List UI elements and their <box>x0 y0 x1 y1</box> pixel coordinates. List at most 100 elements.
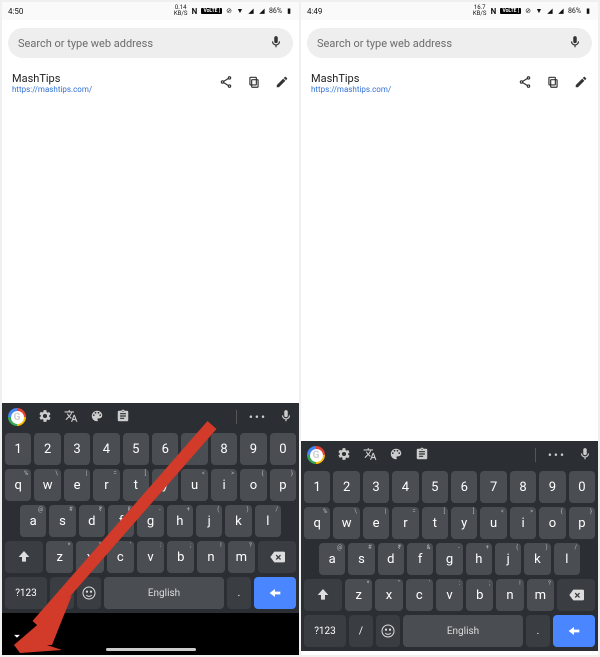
key-q[interactable]: q% <box>304 507 330 539</box>
key-6[interactable]: 6 <box>152 433 178 465</box>
clipboard-icon[interactable] <box>415 446 429 465</box>
key-z[interactable]: z* <box>46 541 73 573</box>
key-t[interactable]: t[ <box>422 507 448 539</box>
key-k[interactable]: k) <box>524 543 550 575</box>
address-bar[interactable]: Search or type web address <box>307 28 592 58</box>
theme-icon[interactable] <box>389 446 403 465</box>
key-7[interactable]: 7 <box>480 471 506 503</box>
backspace-key[interactable] <box>258 541 296 573</box>
more-icon[interactable]: ••• <box>548 448 566 462</box>
translate-icon[interactable] <box>64 408 78 427</box>
emoji-key[interactable] <box>376 615 400 647</box>
key-1[interactable]: 1 <box>5 433 31 465</box>
enter-key[interactable] <box>254 577 296 609</box>
key-v[interactable]: v: <box>436 579 463 611</box>
key-p[interactable]: p} <box>569 507 595 539</box>
key-v[interactable]: v: <box>137 541 164 573</box>
key-w[interactable]: w\ <box>333 507 359 539</box>
slash-key[interactable]: / <box>349 615 373 647</box>
key-f[interactable]: f& <box>108 505 134 537</box>
share-icon[interactable] <box>518 74 532 93</box>
translate-icon[interactable] <box>363 446 377 465</box>
key-s[interactable]: s# <box>49 505 75 537</box>
key-9[interactable]: 9 <box>240 433 266 465</box>
key-7[interactable]: 7 <box>181 433 207 465</box>
space-key[interactable]: English <box>104 577 224 609</box>
suggestion-row[interactable]: MashTips https://mashtips.com/ <box>301 66 598 94</box>
key-4[interactable]: 4 <box>93 433 119 465</box>
key-0[interactable]: 0 <box>270 433 296 465</box>
key-o[interactable]: o{ <box>240 469 266 501</box>
backspace-key[interactable] <box>557 579 595 611</box>
gear-icon[interactable] <box>38 408 52 427</box>
key-h[interactable]: h+ <box>466 543 492 575</box>
key-3[interactable]: 3 <box>64 433 90 465</box>
edit-icon[interactable] <box>275 74 289 93</box>
key-l[interactable]: l/ <box>255 505 281 537</box>
key-e[interactable]: e| <box>64 469 90 501</box>
shift-key[interactable] <box>304 579 342 611</box>
key-4[interactable]: 4 <box>392 471 418 503</box>
edit-icon[interactable] <box>574 74 588 93</box>
key-s[interactable]: s# <box>348 543 374 575</box>
key-w[interactable]: w\ <box>34 469 60 501</box>
mic-icon[interactable] <box>279 408 293 427</box>
key-h[interactable]: h+ <box>167 505 193 537</box>
key-p[interactable]: p} <box>270 469 296 501</box>
more-icon[interactable]: ••• <box>249 410 267 424</box>
key-u[interactable]: u< <box>181 469 207 501</box>
key-i[interactable]: i> <box>211 469 237 501</box>
key-2[interactable]: 2 <box>34 433 60 465</box>
key-r[interactable]: r= <box>93 469 119 501</box>
period-key[interactable]: . <box>227 577 251 609</box>
key-x[interactable]: x" <box>76 541 103 573</box>
key-b[interactable]: b; <box>466 579 493 611</box>
key-0[interactable]: 0 <box>569 471 595 503</box>
key-k[interactable]: k) <box>225 505 251 537</box>
key-f[interactable]: f& <box>407 543 433 575</box>
key-m[interactable]: m? <box>228 541 255 573</box>
key-n[interactable]: n! <box>197 541 224 573</box>
key-x[interactable]: x" <box>375 579 402 611</box>
space-key[interactable]: English <box>403 615 523 647</box>
key-q[interactable]: q% <box>5 469 31 501</box>
key-z[interactable]: z* <box>345 579 372 611</box>
key-e[interactable]: e| <box>363 507 389 539</box>
home-indicator[interactable] <box>106 648 196 651</box>
key-2[interactable]: 2 <box>333 471 359 503</box>
key-3[interactable]: 3 <box>363 471 389 503</box>
shift-key[interactable] <box>5 541 43 573</box>
address-bar[interactable]: Search or type web address <box>8 28 293 58</box>
key-c[interactable]: c' <box>406 579 433 611</box>
key-8[interactable]: 8 <box>211 433 237 465</box>
clipboard-icon[interactable] <box>116 408 130 427</box>
key-i[interactable]: i> <box>510 507 536 539</box>
symbols-key[interactable]: ?123 <box>5 577 47 609</box>
google-icon[interactable]: G <box>307 446 325 464</box>
key-y[interactable]: y] <box>451 507 477 539</box>
key-g[interactable]: g- <box>436 543 462 575</box>
symbols-key[interactable]: ?123 <box>304 615 346 647</box>
mic-icon[interactable] <box>578 446 592 465</box>
slash-key[interactable]: / <box>50 577 74 609</box>
theme-icon[interactable] <box>90 408 104 427</box>
key-j[interactable]: j( <box>495 543 521 575</box>
key-b[interactable]: b; <box>167 541 194 573</box>
period-key[interactable]: . <box>526 615 550 647</box>
key-9[interactable]: 9 <box>539 471 565 503</box>
mic-icon[interactable] <box>269 35 283 52</box>
key-u[interactable]: u< <box>480 507 506 539</box>
key-y[interactable]: y] <box>152 469 178 501</box>
key-c[interactable]: c' <box>107 541 134 573</box>
key-t[interactable]: t[ <box>123 469 149 501</box>
key-1[interactable]: 1 <box>304 471 330 503</box>
key-6[interactable]: 6 <box>451 471 477 503</box>
gear-icon[interactable] <box>337 446 351 465</box>
google-icon[interactable]: G <box>8 408 26 426</box>
key-5[interactable]: 5 <box>422 471 448 503</box>
key-a[interactable]: a@ <box>20 505 46 537</box>
key-g[interactable]: g- <box>137 505 163 537</box>
key-j[interactable]: j( <box>196 505 222 537</box>
suggestion-row[interactable]: MashTips https://mashtips.com/ <box>2 66 299 94</box>
copy-icon[interactable] <box>247 74 261 93</box>
